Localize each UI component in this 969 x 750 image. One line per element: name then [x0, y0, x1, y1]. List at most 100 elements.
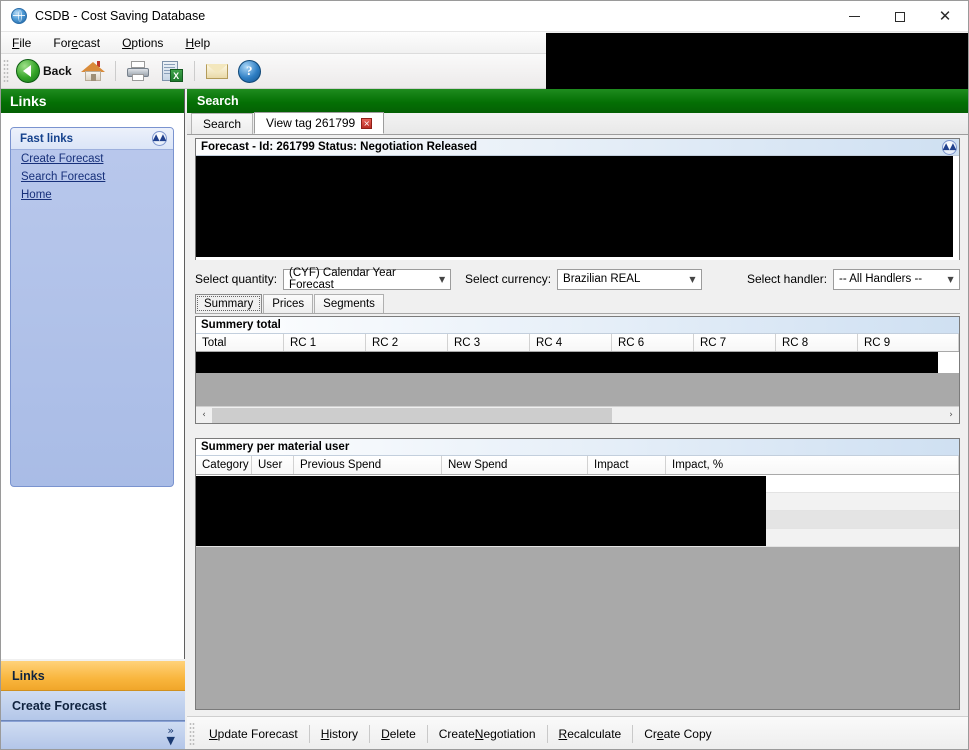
tab-view-tag[interactable]: View tag 261799 × [254, 112, 385, 134]
select-currency-dropdown[interactable]: Brazilian REAL ▼ [557, 268, 702, 290]
chevron-down-icon-quantity: ▼ [438, 274, 446, 284]
forecast-panel-header: Forecast - Id: 261799 Status: Negotiatio… [196, 139, 959, 156]
help-icon: ? [237, 59, 261, 83]
chevron-double-right-icon[interactable]: » ▼ [167, 725, 175, 746]
sidebar-band-links[interactable]: Links [1, 661, 185, 691]
column-header-previous-spend[interactable]: Previous Spend [294, 456, 442, 474]
navigation-pane: Fast links ▲▲ Create Forecast Search For… [1, 113, 185, 659]
select-quantity-value: (CYF) Calendar Year Forecast [289, 267, 396, 291]
back-button[interactable]: Back [12, 56, 76, 86]
back-icon [16, 59, 40, 83]
select-currency-label: Select currency: [465, 272, 552, 286]
tab-segments[interactable]: Segments [314, 294, 384, 313]
column-header-rc9[interactable]: RC 9 [858, 334, 959, 351]
select-handler-label: Select handler: [747, 272, 828, 286]
back-button-label: Back [43, 64, 72, 78]
tab-search[interactable]: Search [191, 113, 254, 134]
tab-close-icon[interactable]: × [361, 117, 373, 129]
select-handler-value: -- All Handlers -- [839, 273, 923, 285]
toolbar-separator [114, 61, 116, 81]
forecast-panel-collapse-icon[interactable]: ▲▲ [942, 139, 957, 155]
scroll-right-icon[interactable]: › [943, 407, 959, 423]
recalculate-button[interactable]: Recalculate [548, 722, 633, 746]
hscroll-thumb[interactable] [212, 407, 612, 423]
menu-item-help[interactable]: Help [174, 34, 221, 52]
forecast-panel-title: Forecast - Id: 261799 Status: Negotiatio… [201, 141, 478, 153]
print-icon [125, 59, 151, 83]
mail-icon [204, 59, 230, 83]
chevron-up-icon[interactable]: ▲▲ [152, 131, 167, 146]
close-button[interactable]: ✕ [922, 1, 968, 32]
fast-link-create-forecast[interactable]: Create Forecast [11, 150, 173, 168]
command-bar: Update Forecast History Delete Create Ne… [187, 716, 968, 749]
update-forecast-button[interactable]: Update Forecast [198, 722, 309, 746]
column-header-new-spend[interactable]: New Spend [442, 456, 588, 474]
minimize-icon [849, 16, 860, 17]
create-copy-button[interactable]: Cr e ate Copy [633, 722, 722, 746]
delete-button[interactable]: Delete [370, 722, 427, 746]
menu-item-file-rest: ile [19, 35, 32, 50]
column-header-rc7[interactable]: RC 7 [694, 334, 776, 351]
maximize-icon [894, 11, 905, 22]
summary-total-grid: Total RC 1 RC 2 RC 3 RC 4 RC 6 RC 7 RC 8… [196, 334, 959, 423]
summary-total-hscrollbar[interactable]: ‹ › [196, 406, 959, 423]
title-bar: CSDB - Cost Saving Database ✕ [1, 1, 968, 32]
command-bar-grip[interactable] [189, 721, 195, 746]
excel-badge: X [169, 69, 183, 82]
toolbar-grip[interactable] [3, 59, 9, 83]
fast-links-title: Fast links [20, 132, 74, 145]
maximize-button[interactable] [877, 1, 922, 32]
minimize-button[interactable] [832, 1, 877, 32]
menu-bar: File Forecast Options Help [1, 32, 546, 54]
column-header-user[interactable]: User [252, 456, 294, 474]
help-button[interactable]: ? [234, 56, 265, 86]
print-button[interactable] [121, 56, 155, 86]
summary-material-user-empty-area [196, 547, 959, 709]
fast-link-search-forecast[interactable]: Search Forecast [11, 168, 173, 186]
sidebar-footer: » ▼ [1, 721, 185, 749]
mail-button[interactable] [200, 56, 234, 86]
column-header-category[interactable]: Category [196, 456, 252, 474]
column-header-rc6[interactable]: RC 6 [612, 334, 694, 351]
select-quantity-label: Select quantity: [195, 272, 278, 286]
scroll-left-icon[interactable]: ‹ [196, 407, 212, 423]
column-header-rc1[interactable]: RC 1 [284, 334, 366, 351]
export-excel-icon: X [159, 59, 185, 83]
summary-total-title: Summery total [196, 317, 959, 334]
menu-item-file[interactable]: File [1, 34, 42, 52]
tab-summary[interactable]: Summary [195, 294, 263, 313]
export-excel-button[interactable]: X [155, 56, 189, 86]
select-quantity-dropdown[interactable]: (CYF) Calendar Year Forecast ▼ [283, 267, 451, 291]
globe-icon [11, 8, 27, 24]
sidebar-band-create-forecast[interactable]: Create Forecast [1, 691, 185, 721]
column-header-rc4[interactable]: RC 4 [530, 334, 612, 351]
column-header-total[interactable]: Total [196, 334, 284, 351]
column-header-rc2[interactable]: RC 2 [366, 334, 448, 351]
history-button[interactable]: History [310, 722, 369, 746]
redacted-region-summary-total-row [196, 352, 938, 373]
summary-total-empty-area [196, 373, 959, 406]
application-window: CSDB - Cost Saving Database ✕ File Forec… [0, 0, 969, 750]
tab-prices[interactable]: Prices [263, 294, 314, 313]
fast-link-home[interactable]: Home [11, 186, 173, 204]
menu-item-forecast[interactable]: Forecast [42, 34, 111, 52]
hscroll-track[interactable] [212, 407, 943, 423]
create-negotiation-button[interactable]: Create Negotiation [428, 722, 547, 746]
summary-material-user-group: Summery per material user Category User … [195, 438, 960, 710]
home-button[interactable] [76, 56, 110, 86]
chevron-down-icon-currency: ▼ [689, 274, 696, 284]
tab-view-tag-label: View tag 261799 [266, 116, 356, 130]
select-handler-dropdown[interactable]: -- All Handlers -- ▼ [833, 268, 961, 290]
column-header-impact[interactable]: Impact [588, 456, 666, 474]
close-icon: ✕ [938, 7, 952, 25]
toolbar-separator-2 [193, 61, 195, 81]
sidebar-header: Links [1, 89, 185, 113]
content-area: Forecast - Id: 261799 Status: Negotiatio… [187, 135, 968, 716]
selector-row: Select quantity: (CYF) Calendar Year For… [195, 265, 961, 293]
column-header-rc3[interactable]: RC 3 [448, 334, 530, 351]
summary-material-user-grid-body [196, 475, 959, 709]
column-header-impact-pct[interactable]: Impact, % [666, 456, 959, 474]
fast-links-panel: Fast links ▲▲ Create Forecast Search For… [10, 127, 174, 487]
menu-item-options[interactable]: Options [111, 34, 174, 52]
column-header-rc8[interactable]: RC 8 [776, 334, 858, 351]
